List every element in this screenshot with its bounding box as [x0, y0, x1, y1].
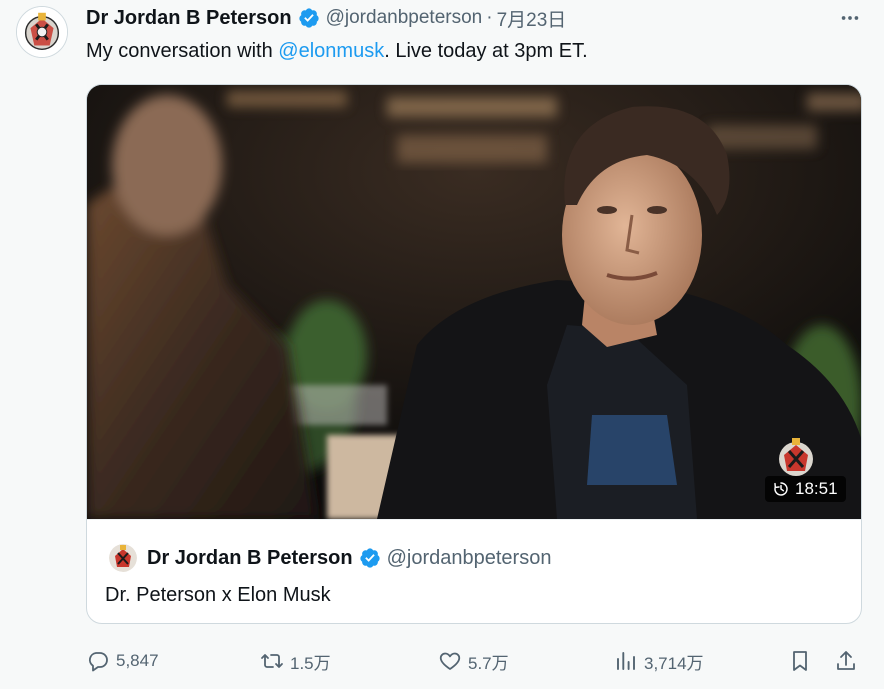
verified-badge-icon	[359, 547, 381, 569]
video-card[interactable]: 18:51 Dr Jordan B Peterson @jordanbpeter…	[86, 84, 862, 624]
video-duration-badge: 18:51	[765, 476, 846, 502]
author-name[interactable]: Dr Jordan B Peterson	[86, 7, 292, 30]
more-icon[interactable]	[836, 6, 864, 30]
channel-logo-icon	[773, 435, 819, 481]
tweet-text: My conversation with @elonmusk. Live tod…	[86, 38, 588, 64]
card-author: Dr Jordan B Peterson @jordanbpeterson	[147, 544, 551, 572]
card-author-name: Dr Jordan B Peterson	[147, 546, 353, 569]
views-button[interactable]: 3,714万	[614, 646, 704, 676]
tweet-text-after: . Live today at 3pm ET.	[384, 40, 588, 62]
avatar[interactable]	[16, 6, 68, 58]
repost-count: 1.5万	[290, 653, 331, 673]
mention-link[interactable]: @elonmusk	[278, 40, 384, 62]
tweet[interactable]: Dr Jordan B Peterson @jordanbpeterson · …	[0, 0, 884, 689]
card-avatar	[109, 544, 137, 572]
author-handle[interactable]: @jordanbpeterson	[326, 7, 483, 29]
bookmark-icon	[793, 651, 807, 671]
repost-icon	[261, 654, 283, 668]
like-icon	[439, 652, 461, 670]
video-player[interactable]: 18:51	[87, 85, 861, 519]
action-bar: 5,847 1.5万 5.7万 3,714万	[86, 646, 866, 676]
like-count: 5.7万	[468, 653, 509, 673]
reply-icon	[88, 652, 108, 672]
reply-count: 5,847	[116, 651, 159, 670]
tweet-text-before: My conversation with	[86, 40, 279, 62]
separator-dot: ·	[486, 7, 493, 28]
video-duration: 18:51	[795, 479, 838, 498]
share-button[interactable]	[834, 646, 858, 676]
views-icon	[617, 652, 635, 670]
bookmark-button[interactable]	[788, 646, 812, 676]
repost-button[interactable]: 1.5万	[260, 646, 331, 676]
reply-button[interactable]: 5,847	[86, 646, 159, 676]
video-card-info[interactable]: Dr Jordan B Peterson @jordanbpeterson Dr…	[87, 519, 861, 623]
video-title: Dr. Peterson x Elon Musk	[105, 584, 331, 606]
history-icon	[774, 482, 788, 496]
tweet-header: Dr Jordan B Peterson @jordanbpeterson · …	[86, 5, 567, 32]
like-button[interactable]: 5.7万	[438, 646, 509, 676]
verified-badge-icon	[298, 7, 320, 29]
views-count: 3,714万	[644, 653, 704, 673]
card-author-handle: @jordanbpeterson	[386, 546, 552, 569]
tweet-date[interactable]: 7月23日	[497, 5, 567, 32]
share-icon	[837, 651, 855, 670]
